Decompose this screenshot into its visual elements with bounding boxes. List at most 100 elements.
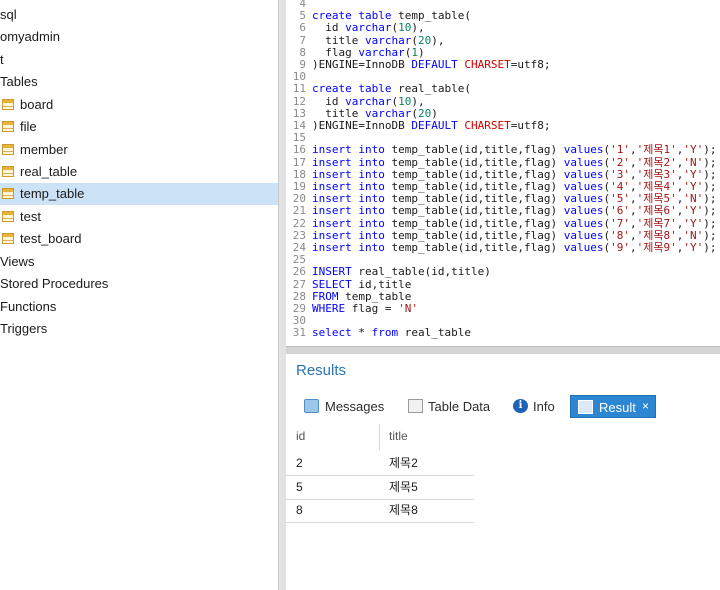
column-header-id[interactable]: id <box>296 420 376 452</box>
line-number: 8 <box>299 45 306 59</box>
cell-title[interactable]: 제목2 <box>389 452 418 475</box>
code-line[interactable]: insert into temp_table(id,title,flag) va… <box>312 168 716 181</box>
cell-id[interactable]: 5 <box>296 476 303 499</box>
info-icon: i <box>513 399 528 413</box>
tree-item[interactable]: Functions <box>0 296 278 318</box>
tree-item-label: Functions <box>0 298 57 314</box>
table-icon <box>2 98 14 110</box>
code-line[interactable]: INSERT real_table(id,title) <box>312 266 491 278</box>
table-data-icon <box>408 399 423 413</box>
column-divider[interactable] <box>379 424 380 450</box>
code-line[interactable]: insert into temp_table(id,title,flag) va… <box>312 144 716 156</box>
tree-item-label: temp_table <box>20 186 85 202</box>
tree-item[interactable]: Triggers <box>0 318 278 340</box>
tree-item-label: Tables <box>0 74 38 90</box>
code-line[interactable]: FROM temp_table <box>312 290 411 303</box>
tree-item[interactable]: Views <box>0 251 278 273</box>
code-line[interactable]: insert into temp_table(id,title,flag) va… <box>312 217 716 230</box>
vertical-splitter[interactable] <box>279 0 286 590</box>
tree-item[interactable]: Stored Procedures <box>0 273 278 295</box>
tree-item[interactable]: test <box>0 206 278 228</box>
line-number: 12 <box>292 94 306 108</box>
table-icon <box>2 166 14 177</box>
row-divider <box>286 522 474 523</box>
code-line[interactable]: )ENGINE=InnoDB DEFAULT CHARSET=utf8; <box>312 59 550 71</box>
code-line[interactable]: insert into temp_table(id,title,flag) va… <box>312 193 716 205</box>
tab-info-label: Info <box>533 399 555 414</box>
line-number: 22 <box>292 216 306 230</box>
row-divider <box>286 498 474 500</box>
tree-item[interactable]: real_table <box>0 161 278 183</box>
line-number: 31 <box>292 326 306 340</box>
code-line[interactable]: insert into temp_table(id,title,flag) va… <box>312 181 716 193</box>
line-number: 30 <box>292 314 306 328</box>
tree-item-label: Stored Procedures <box>0 276 109 292</box>
line-number: 17 <box>292 155 306 169</box>
code-line[interactable]: title varchar(20), <box>312 34 444 47</box>
code-line[interactable]: insert into temp_table(id,title,flag) va… <box>312 242 716 254</box>
code-line[interactable]: flag varchar(1) <box>312 46 424 59</box>
result-icon <box>578 400 593 414</box>
tab-messages-label: Messages <box>325 399 385 414</box>
tree-item[interactable]: member <box>0 139 278 161</box>
tab-result[interactable]: Result × <box>570 395 656 418</box>
cell-title[interactable]: 제목5 <box>389 476 418 499</box>
tree-item[interactable]: test_board <box>0 228 278 250</box>
line-number: 29 <box>292 302 306 315</box>
code-line[interactable]: SELECT id,title <box>312 278 411 291</box>
tree-item-label: omyadmin <box>0 29 60 45</box>
line-number-gutter: 4 5 6 7 8 9 10 11 12 13 14 15 16 17 18 19 20 21 22 23 24 25 26… <box>286 0 308 346</box>
line-number: 25 <box>292 253 306 267</box>
tree-item[interactable]: sql <box>0 4 278 26</box>
code-line[interactable]: create table temp_table( <box>312 10 471 22</box>
code-line[interactable]: select * from real_table <box>312 327 471 339</box>
line-number: 28 <box>292 289 306 303</box>
close-tab-icon[interactable]: × <box>642 395 649 418</box>
code-line[interactable]: title varchar(20) <box>312 107 438 120</box>
tab-messages[interactable]: Messages <box>302 395 388 418</box>
tab-table-data-label: Table Data <box>428 399 491 414</box>
column-header-title[interactable]: title <box>389 420 474 452</box>
cell-title[interactable]: 제목8 <box>389 499 418 522</box>
tree-item-label: board <box>20 96 54 112</box>
line-number: 15 <box>292 131 306 145</box>
line-number: 6 <box>299 21 306 35</box>
tree-item-label: Views <box>0 253 35 269</box>
tree-item-label: Triggers <box>0 321 48 337</box>
tree-item[interactable]: temp_table <box>0 183 278 206</box>
code-line[interactable]: id varchar(10), <box>312 95 424 108</box>
line-number: 9 <box>299 58 306 71</box>
tree-item-label: file <box>20 119 37 135</box>
code-line[interactable]: WHERE flag = 'N' <box>312 303 418 315</box>
tree-item[interactable]: Tables <box>0 71 278 93</box>
cell-id[interactable]: 8 <box>296 499 303 522</box>
tab-result-label: Result <box>599 400 636 415</box>
tree-item[interactable]: t <box>0 49 278 71</box>
sql-editor[interactable]: 4 5 6 7 8 9 10 11 12 13 14 15 16 17 18 19 20 21 22 23 24 25 26… <box>286 0 720 346</box>
tree-item[interactable]: omyadmin <box>0 26 278 48</box>
line-number: 21 <box>292 204 306 218</box>
tree-item-label: t <box>0 51 4 67</box>
tree-item-label: test <box>20 208 41 224</box>
code-line[interactable]: id varchar(10), <box>312 22 424 34</box>
tab-table-data[interactable]: Table Data <box>406 395 494 418</box>
line-number: 16 <box>292 143 306 157</box>
code-line[interactable]: insert into temp_table(id,title,flag) va… <box>312 229 716 242</box>
code-line[interactable]: insert into temp_table(id,title,flag) va… <box>312 205 716 217</box>
line-number: 24 <box>292 241 306 254</box>
tab-info[interactable]: i Info <box>512 395 560 418</box>
cell-id[interactable]: 2 <box>296 452 303 475</box>
table-icon <box>2 188 14 200</box>
row-divider <box>286 475 474 476</box>
messages-icon <box>304 399 319 413</box>
table-icon <box>2 233 14 245</box>
code-line[interactable]: create table real_table( <box>312 83 471 95</box>
code-line[interactable]: insert into temp_table(id,title,flag) va… <box>312 156 716 169</box>
tree-item-label: sql <box>0 7 17 22</box>
code-line[interactable]: )ENGINE=InnoDB DEFAULT CHARSET=utf8; <box>312 120 550 132</box>
tree-item-label: test_board <box>20 231 82 247</box>
table-icon <box>2 121 14 133</box>
tree-item[interactable]: board <box>0 94 278 116</box>
tree-item[interactable]: file <box>0 116 278 138</box>
line-number: 20 <box>292 192 306 206</box>
